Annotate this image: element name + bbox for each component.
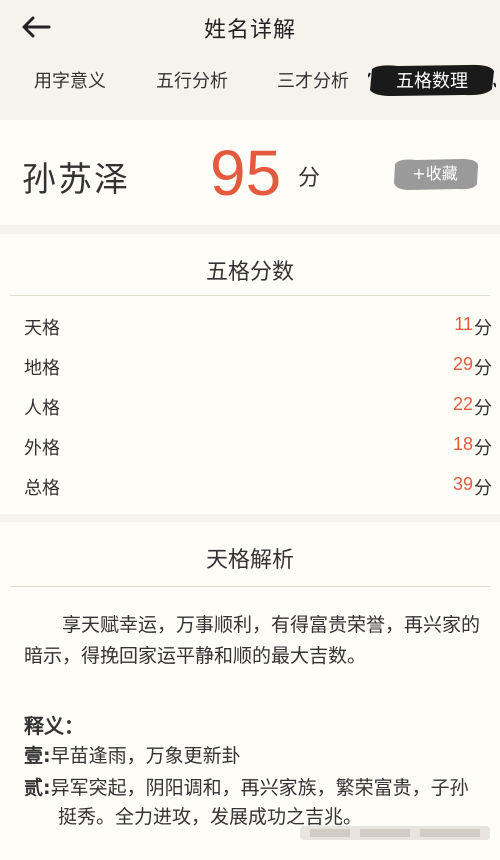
wuge-row-dige: 地格 29 分 bbox=[0, 346, 500, 386]
divider bbox=[10, 586, 490, 587]
page-title: 姓名详解 bbox=[203, 18, 296, 43]
row-value: 18 bbox=[452, 434, 473, 454]
top-bar: 姓名详解 bbox=[0, 0, 500, 56]
score-card: 孙苏泽 95 分 +收藏 bbox=[0, 120, 500, 225]
tab-character-meaning[interactable]: 用字意义 bbox=[30, 67, 110, 97]
tab-three-talents[interactable]: 三才分析 bbox=[273, 67, 353, 97]
wuge-row-zongge: 总格 39 分 bbox=[0, 466, 500, 506]
wuge-section-title: 五格分数 bbox=[205, 260, 294, 285]
row-value: 22 bbox=[452, 394, 473, 414]
favorite-button[interactable]: +收藏 bbox=[396, 158, 474, 190]
row-value: 29 bbox=[452, 354, 473, 374]
row-unit: 分 bbox=[474, 318, 492, 339]
row-label: 天格 bbox=[24, 318, 60, 339]
meaning-item: 壹:早苗逢雨，万象更新卦 bbox=[24, 742, 480, 771]
score-unit: 分 bbox=[298, 166, 321, 191]
tiange-analysis-section: 天格解析 享天赋幸运，万事顺利，有得富贵荣誉，再兴家的暗示，得挽回家运平静和顺的… bbox=[0, 522, 500, 860]
row-label: 地格 bbox=[24, 358, 60, 379]
row-unit: 分 bbox=[474, 398, 492, 419]
row-label: 人格 bbox=[24, 398, 60, 419]
row-value: 39 bbox=[452, 474, 473, 494]
wuge-row-tiange: 天格 11 分 bbox=[0, 306, 500, 346]
analysis-paragraph: 享天赋幸运，万事顺利，有得富贵荣誉，再兴家的暗示，得挽回家运平静和顺的最大吉数。 bbox=[24, 614, 481, 667]
row-label: 外格 bbox=[24, 438, 60, 459]
meaning-item-text: 早苗逢雨，万象更新卦 bbox=[50, 745, 241, 767]
wuge-row-renge: 人格 22 分 bbox=[0, 386, 500, 426]
row-value: 11 bbox=[454, 314, 473, 334]
meaning-label: 释义： bbox=[24, 714, 84, 738]
meaning-item-prefix: 贰: bbox=[24, 777, 51, 799]
analysis-section-title: 天格解析 bbox=[205, 548, 294, 573]
score-value: 95 bbox=[210, 137, 282, 209]
row-unit: 分 bbox=[474, 438, 492, 459]
meaning-item-prefix: 壹: bbox=[24, 745, 51, 767]
row-unit: 分 bbox=[474, 358, 492, 379]
wuge-row-waige: 外格 18 分 bbox=[0, 426, 500, 466]
person-name: 孙苏泽 bbox=[22, 160, 130, 200]
row-unit: 分 bbox=[474, 478, 492, 499]
tab-five-elements[interactable]: 五行分析 bbox=[152, 67, 232, 97]
watermark-blur bbox=[300, 826, 490, 840]
wuge-score-section: 五格分数 天格 11 分 地格 29 分 人格 22 分 外格 18 分 总格 … bbox=[0, 234, 500, 514]
row-label: 总格 bbox=[24, 478, 60, 499]
tab-five-grids[interactable]: 五格数理 bbox=[372, 67, 492, 97]
divider bbox=[10, 295, 490, 296]
